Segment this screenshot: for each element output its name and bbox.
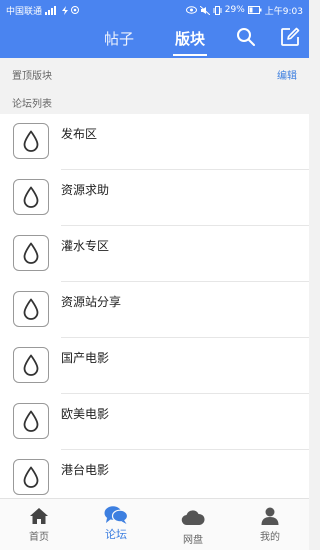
drop-icon xyxy=(13,347,49,383)
nav-profile[interactable]: 我的 xyxy=(240,499,300,550)
tab-boards[interactable]: 版块 xyxy=(175,28,205,49)
active-tab-indicator xyxy=(173,54,207,56)
pinned-section-title: 置顶版块 xyxy=(12,70,52,82)
forum-item-label: 灌水专区 xyxy=(61,239,110,253)
drop-icon xyxy=(13,123,49,159)
nav-forum-label: 论坛 xyxy=(105,528,127,541)
nav-home[interactable]: 首页 xyxy=(9,499,69,550)
forum-item-label: 国产电影 xyxy=(61,351,110,365)
bottom-nav: 首页 论坛 网盘 我的 xyxy=(0,498,309,550)
search-icon[interactable] xyxy=(236,27,256,47)
tab-posts[interactable]: 帖子 xyxy=(104,28,134,49)
location-icon xyxy=(71,5,80,14)
clock: 上午9:03 xyxy=(264,6,303,17)
carrier-label: 中国联通 xyxy=(6,6,43,17)
forum-list-title: 论坛列表 xyxy=(12,98,52,110)
forum-item-label: 港台电影 xyxy=(61,463,110,477)
forum-item-label: 发布区 xyxy=(61,127,98,141)
status-bar: 中国联通 29% 上午9:03 xyxy=(0,0,309,20)
drop-icon xyxy=(13,235,49,271)
forum-item-label: 欧美电影 xyxy=(61,407,110,421)
forum-item-chat[interactable]: 灌水专区 xyxy=(0,226,309,282)
nav-profile-label: 我的 xyxy=(260,532,280,543)
forum-item-domestic-movies[interactable]: 国产电影 xyxy=(0,338,309,394)
nav-cloud-label: 网盘 xyxy=(183,535,203,546)
cloud-icon xyxy=(181,510,205,526)
forum-item-western-movies[interactable]: 欧美电影 xyxy=(0,394,309,450)
compose-icon[interactable] xyxy=(280,27,300,47)
person-icon xyxy=(261,507,279,525)
pinned-section-header: 置顶版块 编辑 xyxy=(0,58,309,90)
eye-icon xyxy=(185,6,197,14)
forum-list: 发布区 资源求助 灌水专区 资源站分享 国产电影 欧美电影 港台电影 xyxy=(0,114,309,498)
nav-home-label: 首页 xyxy=(29,532,49,543)
drop-icon xyxy=(13,291,49,327)
forum-item-release[interactable]: 发布区 xyxy=(0,114,309,170)
top-app-bar: 中国联通 29% 上午9:03 帖子 版块 xyxy=(0,0,309,58)
forum-list-header: 论坛列表 xyxy=(0,90,309,114)
edit-pinned-button[interactable]: 编辑 xyxy=(277,67,297,82)
nav-cloud-drive[interactable]: 网盘 xyxy=(163,499,223,550)
home-icon xyxy=(30,508,48,524)
vibrate-icon xyxy=(213,5,222,15)
chat-bubbles-icon xyxy=(104,506,128,524)
forum-item-site-share[interactable]: 资源站分享 xyxy=(0,282,309,338)
signal-icon xyxy=(45,5,57,15)
forum-item-hk-tw-movies[interactable]: 港台电影 xyxy=(0,450,309,498)
drop-icon xyxy=(13,403,49,439)
forum-item-resource-help[interactable]: 资源求助 xyxy=(0,170,309,226)
drop-icon xyxy=(13,459,49,495)
battery-icon xyxy=(247,6,262,14)
charging-icon xyxy=(62,5,69,15)
forum-item-label: 资源求助 xyxy=(61,183,110,197)
mute-icon xyxy=(199,5,210,15)
battery-percent: 29% xyxy=(224,5,245,15)
header-nav: 帖子 版块 xyxy=(0,20,309,58)
forum-item-label: 资源站分享 xyxy=(61,295,122,309)
drop-icon xyxy=(13,179,49,215)
nav-forum[interactable]: 论坛 xyxy=(86,499,146,550)
